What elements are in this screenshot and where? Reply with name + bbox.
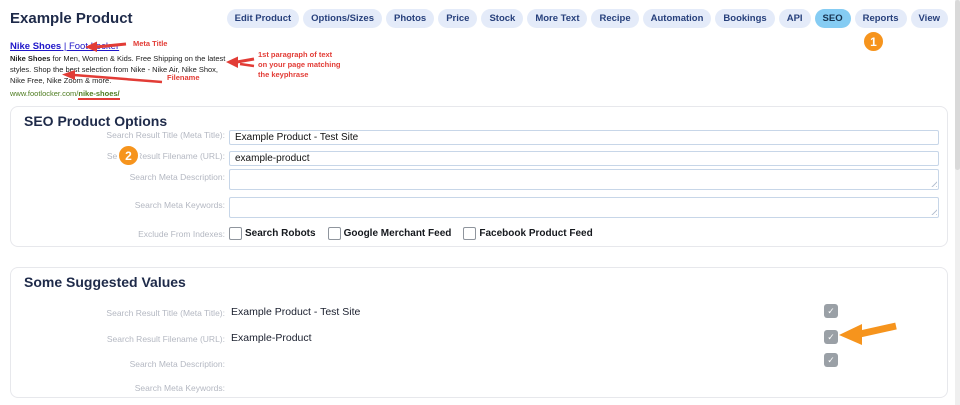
meta-keywords-field-row: Search Meta Keywords: [11,197,939,218]
serp-url: www.footlocker.com/nike-shoes/ [10,89,232,98]
tab-edit-product[interactable]: Edit Product [227,9,299,28]
serp-url-prefix: www.footlocker.com/ [10,89,78,98]
serp-description-keyphrase: Nike Shoes [10,54,50,63]
tab-photos[interactable]: Photos [386,9,434,28]
meta-title-input[interactable] [229,130,939,145]
tab-price[interactable]: Price [438,9,477,28]
exclude-indexes-row: Exclude From Indexes: Search Robots Goog… [11,226,939,240]
meta-description-field-label: Search Meta Description: [11,169,225,182]
checkbox-item-google-merchant-feed[interactable]: Google Merchant Feed [328,227,452,240]
meta-title-annotation: Meta Title [133,39,167,48]
tab-options-sizes[interactable]: Options/Sizes [303,9,382,28]
scrollbar-track[interactable] [955,0,960,405]
paragraph-annotation-line: the keyphrase [258,70,358,80]
suggested-title-label: Search Result Title (Meta Title): [11,305,225,318]
suggested-description-row: Search Meta Description: [11,356,939,369]
paragraph-annotation: 1st paragraph of text on your page match… [258,50,358,80]
filename-annotation: Filename [167,73,200,82]
check-icon: ✓ [827,355,835,366]
step-2-badge: 2 [117,144,140,167]
checkbox-item-facebook-product-feed[interactable]: Facebook Product Feed [463,227,592,240]
exclude-indexes-label: Exclude From Indexes: [11,226,225,239]
suggested-filename-label: Search Result Filename (URL): [11,331,225,344]
suggested-description-label: Search Meta Description: [11,356,225,369]
suggested-values-card: Some Suggested Values Search Result Titl… [10,267,948,398]
facebook-product-feed-checkbox[interactable] [463,227,476,240]
meta-title-arrow-icon [84,41,128,53]
serp-title-keyphrase: Nike Shoes [10,41,61,52]
tab-api[interactable]: API [779,9,811,28]
tab-view[interactable]: View [911,9,948,28]
suggested-title-row: Search Result Title (Meta Title): Exampl… [11,305,939,318]
suggested-filename-value: Example-Product [231,331,312,344]
suggested-title-value: Example Product - Test Site [231,305,360,318]
suggested-keywords-label: Search Meta Keywords: [11,380,225,393]
tab-automation[interactable]: Automation [643,9,712,28]
tab-seo[interactable]: SEO [815,9,851,28]
filename-input[interactable] [229,151,939,166]
filename-arrow-icon [60,69,164,85]
suggested-values-heading: Some Suggested Values [24,274,186,290]
apply-suggested-description-button[interactable]: ✓ [824,353,838,367]
serp-url-slug: nike-shoes/ [78,89,119,100]
tab-reports[interactable]: Reports [855,9,907,28]
filename-field-row: Search Result Filename (URL): [11,148,939,166]
scrollbar-thumb[interactable] [955,0,960,170]
facebook-product-feed-label: Facebook Product Feed [479,228,592,239]
product-tabbar: Edit Product Options/Sizes Photos Price … [227,9,948,28]
check-icon: ✓ [827,306,835,317]
suggested-filename-pointer-arrow-icon [836,319,900,347]
meta-title-field-label: Search Result Title (Meta Title): [11,127,225,140]
check-icon: ✓ [827,332,835,343]
tab-bookings[interactable]: Bookings [715,9,774,28]
suggested-filename-row: Search Result Filename (URL): Example-Pr… [11,331,939,344]
checkbox-item-search-robots[interactable]: Search Robots [229,227,316,240]
meta-keywords-textarea[interactable] [229,197,939,218]
apply-suggested-title-button[interactable]: ✓ [824,304,838,318]
search-robots-label: Search Robots [245,228,316,239]
paragraph-arrow-icon [226,55,256,71]
search-robots-checkbox[interactable] [229,227,242,240]
paragraph-annotation-line: 1st paragraph of text [258,50,358,60]
page-title: Example Product [10,10,133,27]
tab-stock[interactable]: Stock [481,9,523,28]
paragraph-annotation-line: on your page matching [258,60,358,70]
exclude-indexes-options: Search Robots Google Merchant Feed Faceb… [229,226,593,240]
step-1-badge: 1 [862,30,885,53]
google-merchant-feed-checkbox[interactable] [328,227,341,240]
google-merchant-feed-label: Google Merchant Feed [344,228,452,239]
suggested-keywords-row: Search Meta Keywords: [11,380,939,393]
tab-recipe[interactable]: Recipe [591,9,638,28]
meta-keywords-field-label: Search Meta Keywords: [11,197,225,210]
seo-product-options-card: SEO Product Options Search Result Title … [10,106,948,247]
meta-description-field-row: Search Meta Description: [11,169,939,190]
tab-more-text[interactable]: More Text [527,9,587,28]
meta-description-textarea[interactable] [229,169,939,190]
meta-title-field-row: Search Result Title (Meta Title): [11,127,939,145]
